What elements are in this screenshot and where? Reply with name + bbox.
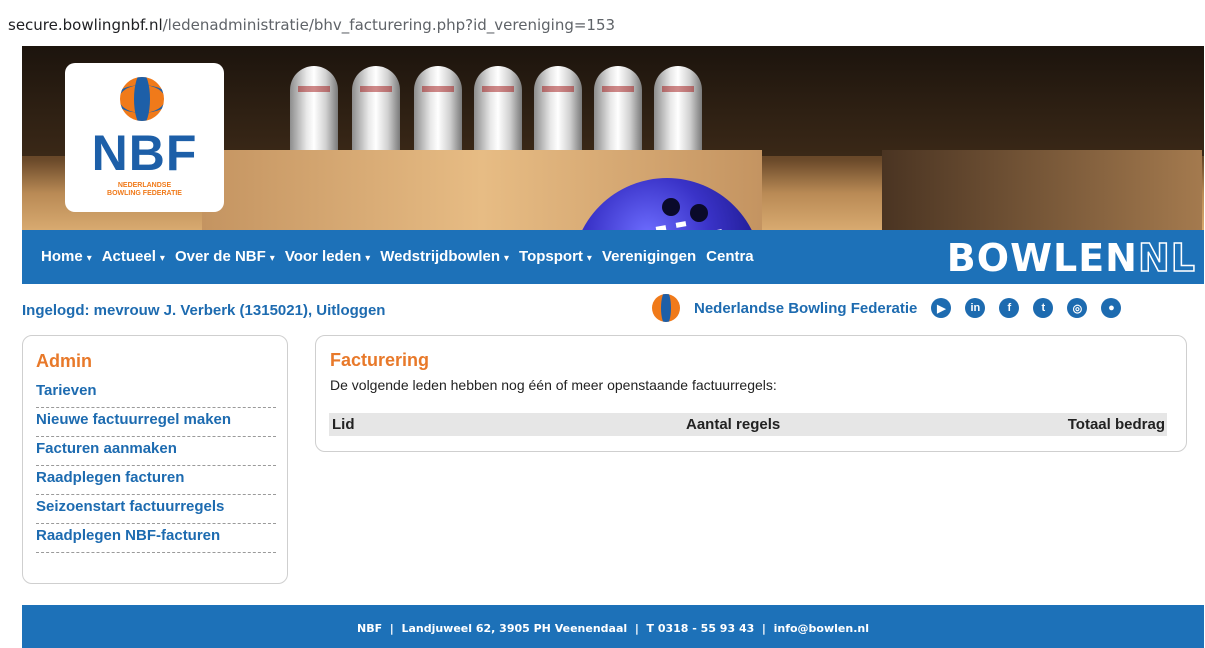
main-navigation: Home ▾ Actueel ▾ Over de NBF ▾ Voor leden ▾ …: [22, 230, 1204, 284]
nav-label: Home: [41, 248, 83, 265]
column-header-lid: Lid: [332, 416, 355, 433]
bowling-ball-icon[interactable]: ●: [1101, 298, 1122, 318]
nav-label: Over de NBF: [174, 248, 266, 265]
nav-item-wedstrijdbowlen[interactable]: Wedstrijdbowlen ▾: [380, 248, 509, 265]
logo-title: NBF: [91, 125, 198, 181]
separator: ,: [307, 302, 313, 319]
instagram-icon[interactable]: ◎: [1067, 298, 1088, 318]
nav-label: Wedstrijdbowlen: [380, 248, 500, 265]
brand-main: BOWLEN: [946, 236, 1138, 280]
nav-item-voor-leden[interactable]: Voor leden ▾: [285, 248, 370, 265]
ball-hole: [662, 198, 680, 216]
sidebar-item-tarieven[interactable]: Tarieven: [36, 380, 276, 408]
nav-label: Centra: [706, 248, 754, 265]
sidebar-item-facturen-aanmaken[interactable]: Facturen aanmaken: [36, 438, 276, 466]
ball-hole: [690, 204, 708, 222]
footer: NBF | Landjuweel 62, 3905 PH Veenendaal …: [22, 605, 1204, 648]
bowlen-nl-logo[interactable]: BOWLENNL: [946, 236, 1196, 280]
org-social-bar: Nederlandse Bowling Federatie ▶ in f t ◎…: [652, 294, 1135, 322]
youtube-icon[interactable]: ▶: [931, 298, 952, 318]
nbf-logo[interactable]: NBF NEDERLANDSE BOWLING FEDERATIE: [65, 63, 224, 212]
browser-address-bar[interactable]: secure.bowlingnbf.nl/ledenadministratie/…: [0, 0, 1205, 44]
sidebar-title: Admin: [36, 351, 92, 371]
nbf-ball-icon: [120, 77, 164, 121]
nav-item-verenigingen[interactable]: Verenigingen: [602, 248, 696, 265]
nav-item-over-de-nbf[interactable]: Over de NBF ▾: [175, 248, 275, 265]
chevron-down-icon: ▾: [504, 253, 510, 264]
login-status: Ingelogd: mevrouw J. Verberk (1315021), …: [22, 302, 385, 319]
logged-in-user: Ingelogd: mevrouw J. Verberk (1315021): [22, 302, 308, 319]
nav-item-centra[interactable]: Centra: [706, 248, 754, 265]
twitter-icon[interactable]: t: [1033, 298, 1054, 318]
page-description: De volgende leden hebben nog één of meer…: [330, 377, 777, 393]
user-bar: Ingelogd: mevrouw J. Verberk (1315021), …: [22, 294, 1204, 322]
nav-menu: Home ▾ Actueel ▾ Over de NBF ▾ Voor leden ▾ …: [41, 248, 764, 265]
sidebar-item-nieuwe-factuurregel[interactable]: Nieuwe factuurregel maken: [36, 409, 276, 437]
chevron-down-icon: ▾: [269, 253, 275, 264]
nav-item-actueel[interactable]: Actueel ▾: [102, 248, 165, 265]
admin-sidebar: Admin Tarieven Nieuwe factuurregel maken…: [22, 335, 288, 584]
page-title: Facturering: [330, 350, 430, 370]
url-path: /ledenadministratie/bhv_facturering.php?…: [162, 16, 616, 34]
logo-subtitle: NEDERLANDSE BOWLING FEDERATIE: [65, 182, 224, 198]
brand-suffix: NL: [1137, 236, 1196, 280]
org-name-link[interactable]: Nederlandse Bowling Federatie: [694, 300, 917, 317]
column-header-aantal-regels: Aantal regels: [686, 416, 781, 433]
chevron-down-icon: ▾: [586, 253, 592, 264]
facebook-icon[interactable]: f: [999, 298, 1020, 318]
column-header-totaal-bedrag: Totaal bedrag: [1067, 416, 1165, 433]
nav-label: Voor leden: [284, 248, 362, 265]
table-header: Lid Aantal regels Totaal bedrag: [329, 413, 1167, 436]
nbf-ball-icon: [652, 294, 680, 322]
chevron-down-icon: ▾: [365, 253, 371, 264]
logo-subtitle-line2: BOWLING FEDERATIE: [107, 190, 182, 197]
sidebar-menu: Tarieven Nieuwe factuurregel maken Factu…: [36, 380, 276, 554]
chevron-down-icon: ▾: [86, 253, 92, 264]
sidebar-item-raadplegen-facturen[interactable]: Raadplegen facturen: [36, 467, 276, 495]
logout-link[interactable]: Uitloggen: [316, 302, 385, 319]
bowling-lane-image: [882, 150, 1202, 230]
sidebar-item-seizoenstart[interactable]: Seizoenstart factuurregels: [36, 496, 276, 524]
ball-marking: [675, 221, 687, 228]
nav-item-topsport[interactable]: Topsport ▾: [519, 248, 592, 265]
logo-subtitle-line1: NEDERLANDSE: [117, 182, 172, 189]
url-domain: secure.bowlingnbf.nl: [8, 16, 163, 34]
chevron-down-icon: ▾: [159, 253, 165, 264]
sidebar-item-nbf-facturen[interactable]: Raadplegen NBF-facturen: [36, 525, 276, 553]
nav-item-home[interactable]: Home ▾: [41, 248, 92, 265]
nav-label: Topsport: [519, 248, 583, 265]
footer-contact: NBF | Landjuweel 62, 3905 PH Veenendaal …: [357, 622, 869, 635]
facturering-panel: Facturering De volgende leden hebben nog…: [315, 335, 1187, 452]
url-text[interactable]: secure.bowlingnbf.nl/ledenadministratie/…: [8, 16, 615, 34]
nav-label: Actueel: [101, 248, 156, 265]
nav-label: Verenigingen: [601, 248, 697, 265]
linkedin-icon[interactable]: in: [965, 298, 986, 318]
